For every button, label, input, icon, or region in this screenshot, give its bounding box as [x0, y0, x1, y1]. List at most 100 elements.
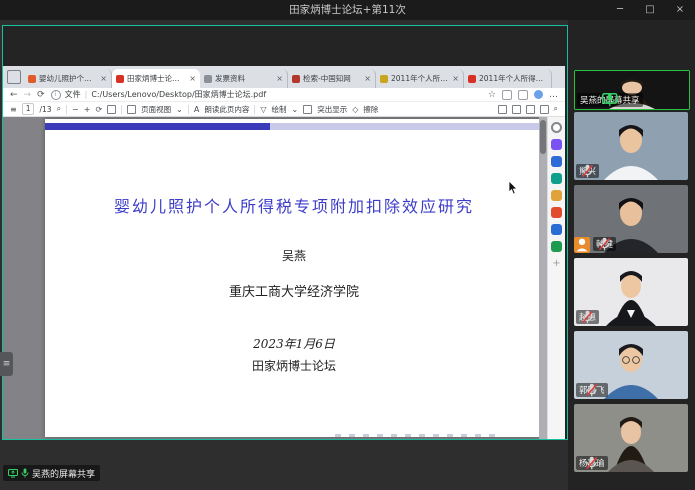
browser-tab-2-active[interactable]: 田家炳博士论坛.pdf ×	[112, 69, 200, 88]
sidebar-office-icon[interactable]	[551, 207, 562, 218]
chevron-down-icon[interactable]: ⌄	[292, 105, 299, 114]
rotate-icon[interactable]: ⟳	[95, 105, 102, 114]
page-view-button[interactable]: 页面视图	[141, 104, 171, 115]
highlight-button[interactable]: 突出显示	[317, 104, 347, 115]
slide-title: 婴幼儿照护个人所得税专项附加扣除效应研究	[45, 193, 543, 217]
slide-date: 2023年1月6日	[45, 335, 543, 352]
sidebar-tools-icon[interactable]	[551, 173, 562, 184]
browser-tab-3[interactable]: 发票资料 ×	[200, 69, 288, 88]
sidebar-add-icon[interactable]: +	[551, 258, 562, 269]
panel-toggle-button[interactable]: ≡	[0, 352, 13, 376]
tab-close-icon[interactable]: ×	[452, 74, 459, 83]
pdf-page-count: /13	[39, 105, 51, 114]
save-icon[interactable]	[512, 105, 521, 114]
meeting-window: 田家炳博士论坛+第11次 ─ □ × 婴幼儿照护个人所得税影响 × 田家炳博士论…	[0, 0, 695, 490]
participant-tile-3[interactable]: 韩健	[574, 185, 688, 253]
mic-muted-icon	[576, 310, 599, 324]
slide-decoration-band	[45, 123, 543, 130]
sidebar-outlook-icon[interactable]	[551, 224, 562, 235]
browser-menu-icon[interactable]: …	[549, 88, 558, 102]
participant-tag: 杨蕙瑜	[576, 456, 608, 470]
print-icon[interactable]	[498, 105, 507, 114]
mic-on-icon	[577, 93, 643, 107]
browser-tab-1[interactable]: 婴幼儿照护个人所得税影响 ×	[24, 69, 112, 88]
participant-tag: 赵惠	[576, 310, 599, 324]
refresh-icon[interactable]: ⟳	[37, 88, 45, 102]
url-scheme: 文件	[65, 89, 81, 100]
slide-affiliation: 重庆工商大学经济学院	[45, 281, 543, 300]
minimize-button[interactable]: ─	[605, 0, 635, 20]
page-info-icon[interactable]: i	[51, 90, 61, 100]
more-settings-icon[interactable]: ⌕	[554, 104, 558, 114]
participants-panel: 吴燕的屏幕共享 熊兴	[568, 20, 695, 490]
read-aloud-button[interactable]: 朗读此页内容	[204, 104, 249, 115]
pdf-contents-icon[interactable]: ≡	[10, 105, 17, 114]
tab-close-icon[interactable]: ×	[364, 74, 371, 83]
address-bar[interactable]: i 文件 | C:/Users/Lenovo/Desktop/田家炳博士论坛.p…	[51, 89, 482, 100]
forward-icon[interactable]: →	[24, 88, 32, 102]
mic-muted-icon	[576, 164, 599, 178]
save-as-icon[interactable]	[526, 105, 535, 114]
zoom-in-icon[interactable]: +	[84, 105, 91, 114]
participant-tag: 熊兴	[576, 164, 599, 178]
sidebar-tag-icon[interactable]	[551, 156, 562, 167]
read-aloud-icon: A	[194, 105, 199, 114]
screen-share-icon	[8, 469, 18, 478]
browser-tab-4[interactable]: 检索-中国知网 ×	[288, 69, 376, 88]
slide-footer-decoration	[335, 434, 495, 437]
sidebar-shopping-icon[interactable]	[551, 190, 562, 201]
profile-avatar-icon[interactable]	[534, 90, 543, 99]
edge-sidebar: +	[547, 117, 565, 439]
pdf-viewport[interactable]: 婴幼儿照护个人所得税专项附加扣除效应研究 吴燕 重庆工商大学经济学院 2023年…	[3, 117, 565, 439]
pdf-scrollbar[interactable]	[539, 117, 547, 439]
chevron-down-icon[interactable]: ⌄	[176, 105, 183, 114]
page-view-icon	[127, 105, 136, 114]
mic-muted-icon	[576, 383, 608, 397]
draw-button[interactable]: 绘制	[272, 104, 287, 115]
pdf-scrollbar-thumb[interactable]	[540, 120, 546, 154]
tab-search-icon[interactable]	[7, 70, 21, 84]
mouse-cursor	[508, 181, 518, 195]
close-button[interactable]: ×	[665, 0, 695, 20]
participant-tile-5[interactable]: 郭鹏飞	[574, 331, 688, 399]
participant-tile-2[interactable]: 熊兴	[574, 112, 688, 180]
participant-tile-6[interactable]: 杨蕙瑜	[574, 404, 688, 472]
share-banner-label: 吴燕的屏幕共享	[32, 467, 95, 480]
url-path: C:/Users/Lenovo/Desktop/田家炳博士论坛.pdf	[91, 89, 266, 100]
browser-tab-5[interactable]: 2011年个人所得税改革的… ×	[376, 69, 464, 88]
window-titlebar: 田家炳博士论坛+第11次 ─ □ ×	[0, 0, 695, 20]
window-controls: ─ □ ×	[605, 0, 695, 20]
fit-page-icon[interactable]	[107, 105, 116, 114]
participant-tag: 郭鹏飞	[576, 383, 608, 397]
back-icon[interactable]: ←	[10, 88, 18, 102]
slide-event: 田家炳博士论坛	[45, 357, 543, 374]
favorites-star-icon[interactable]: ☆	[488, 88, 496, 102]
sidebar-games-icon[interactable]	[551, 241, 562, 252]
collections-icon[interactable]	[502, 90, 512, 100]
maximize-button[interactable]: □	[635, 0, 665, 20]
participant-tile-1[interactable]: 吴燕的屏幕共享	[574, 70, 690, 110]
tab-close-icon[interactable]: ×	[100, 74, 107, 83]
fullscreen-icon[interactable]	[540, 105, 549, 114]
highlight-icon	[303, 105, 312, 114]
tab3-favicon	[204, 75, 212, 83]
mic-on-icon	[21, 468, 29, 478]
browser-navbar: ← → ⟳ i 文件 | C:/Users/Lenovo/Desktop/田家炳…	[3, 88, 565, 102]
zoom-out-icon[interactable]: −	[72, 105, 79, 114]
participant-tag: 吴燕的屏幕共享	[577, 93, 643, 107]
erase-button[interactable]: 擦除	[363, 104, 378, 115]
participant-tile-4[interactable]: 赵惠	[574, 258, 688, 326]
tab-close-icon[interactable]: ×	[189, 74, 196, 83]
share-banner: 吴燕的屏幕共享	[3, 465, 100, 481]
pdf-toolbar: ≡ 1 /13 ⌕ − + ⟳ 页面视图 ⌄ A 朗读此页内容 ▽ 绘制 ⌄ 突…	[3, 102, 565, 117]
extensions-icon[interactable]	[518, 90, 528, 100]
pdf-search-icon[interactable]: ⌕	[57, 104, 61, 114]
pdf-page-input[interactable]: 1	[22, 103, 35, 115]
sidebar-copilot-icon[interactable]	[551, 139, 562, 150]
pdf-favicon	[116, 75, 124, 83]
tab-close-icon[interactable]: ×	[276, 74, 283, 83]
sidebar-search-icon[interactable]	[551, 122, 562, 133]
browser-tab-6[interactable]: 2011年个人所得税改革政策	[464, 69, 552, 88]
mic-muted-icon	[593, 237, 616, 251]
raised-hand-badge	[574, 237, 590, 253]
